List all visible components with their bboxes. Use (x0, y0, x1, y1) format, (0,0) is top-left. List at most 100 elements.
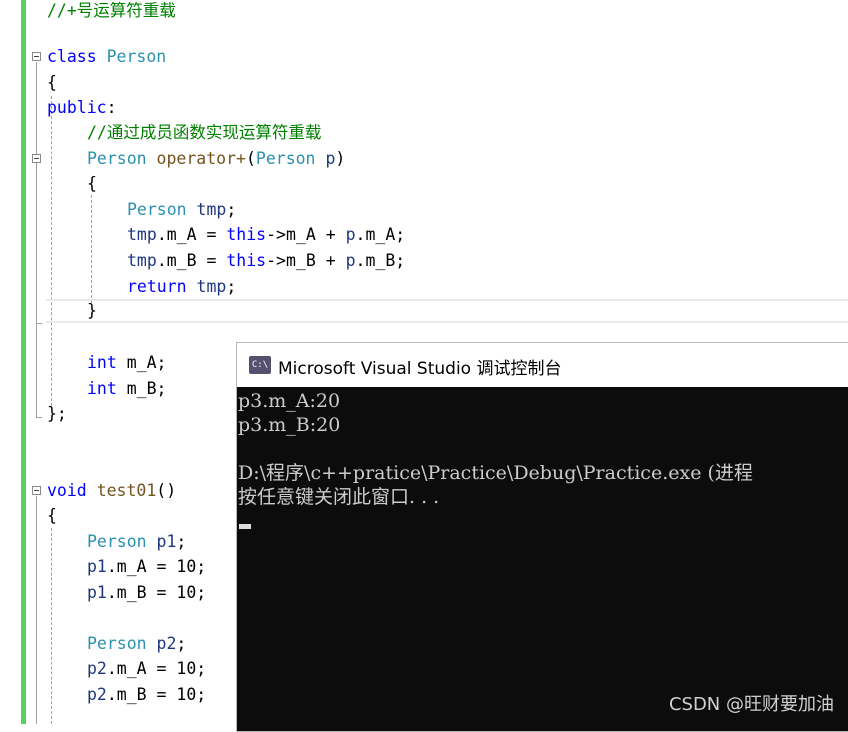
code-token: ( (245, 149, 256, 168)
code-line[interactable]: int m_B; (87, 378, 166, 400)
code-token: tmp (196, 200, 227, 219)
console-title: Microsoft Visual Studio 调试控制台 (278, 359, 562, 379)
code-line[interactable]: p1.m_A = 10; (87, 556, 206, 578)
code-token: p2 (87, 685, 107, 704)
code-token: }; (47, 404, 67, 423)
console-output-line: 按任意键关闭此窗口. . . (238, 486, 440, 508)
code-line[interactable]: tmp.m_A = this->m_A + p.m_A; (127, 224, 405, 246)
code-token: p (325, 149, 336, 168)
code-token: Person (87, 149, 147, 168)
code-line[interactable]: p2.m_A = 10; (87, 658, 206, 680)
code-token: .m_B = 10; (106, 583, 207, 602)
code-line[interactable]: //+号运算符重载 (47, 0, 176, 22)
code-token: int (87, 379, 117, 398)
fold-guide-operator (36, 164, 37, 323)
code-token: Person (255, 149, 316, 168)
code-line[interactable]: } (87, 300, 97, 322)
code-token: .m_A; (355, 225, 406, 244)
code-line[interactable]: void test01() (47, 480, 176, 502)
code-token: tmp (196, 277, 227, 296)
code-line[interactable]: p1.m_B = 10; (87, 582, 206, 604)
code-line[interactable]: Person tmp; (127, 199, 236, 221)
collapse-function-icon[interactable] (32, 486, 41, 495)
code-token: Person (106, 47, 167, 66)
code-token: p1 (156, 532, 177, 551)
code-token: tmp (127, 225, 157, 244)
code-line[interactable]: tmp.m_B = this->m_B + p.m_B; (127, 250, 405, 272)
console-app-icon: C:\ (249, 356, 271, 374)
current-line-highlight (46, 299, 848, 323)
debug-console-window[interactable]: C:\ Microsoft Visual Studio 调试控制台 p3.m_A… (236, 342, 848, 732)
code-token: this (226, 251, 267, 270)
indent-guide (51, 528, 52, 724)
code-token: operator+ (156, 149, 246, 168)
code-token: .m_A = (156, 225, 227, 244)
code-token: test01 (96, 481, 157, 500)
code-line[interactable]: { (47, 72, 57, 94)
code-line[interactable]: Person operator+(Person p) (87, 148, 345, 170)
code-token: ; (226, 277, 237, 296)
code-token: .m_A = 10; (106, 659, 207, 678)
code-token: p1 (87, 583, 107, 602)
code-token: public (47, 98, 107, 117)
console-output-line: p3.m_A:20 (238, 390, 341, 412)
code-token: int (87, 353, 117, 372)
code-token: ->m_A + (266, 225, 346, 244)
console-output-line: p3.m_B:20 (238, 414, 341, 436)
code-token: ->m_B + (266, 251, 346, 270)
code-token: void (47, 481, 87, 500)
code-token: this (226, 225, 267, 244)
console-cursor (239, 524, 251, 529)
code-token: Person (127, 200, 187, 219)
code-token: tmp (127, 251, 157, 270)
indent-guide (51, 96, 52, 406)
code-line[interactable]: //通过成员函数实现运算符重载 (87, 122, 321, 144)
fold-guide-function (36, 496, 37, 724)
code-token: .m_B = 10; (106, 685, 207, 704)
code-token: p (345, 225, 356, 244)
code-line[interactable]: Person p2; (87, 633, 186, 655)
code-line[interactable]: class Person (47, 46, 166, 68)
collapse-class-icon[interactable] (32, 52, 41, 61)
collapse-operator-icon[interactable] (32, 154, 41, 163)
code-line[interactable]: return tmp; (127, 276, 236, 298)
code-token: () (156, 481, 177, 500)
code-line[interactable]: public: (47, 97, 117, 119)
watermark: CSDN @旺财要加油 (668, 694, 834, 715)
change-tracking-bar (21, 0, 26, 724)
code-token: { (47, 73, 57, 92)
code-token: .m_B; (355, 251, 406, 270)
code-token: } (87, 301, 97, 320)
code-line[interactable]: { (47, 505, 57, 527)
code-token: return (127, 277, 187, 296)
code-token: ; (226, 200, 237, 219)
code-token: ; (176, 634, 187, 653)
code-token: class (47, 47, 97, 66)
code-token: : (106, 98, 117, 117)
code-token: //通过成员函数实现运算符重载 (87, 123, 322, 142)
code-token: { (47, 506, 57, 525)
code-token: ) (335, 149, 346, 168)
code-line[interactable]: { (87, 173, 97, 195)
indent-guide (91, 195, 92, 303)
fold-end-class (36, 417, 42, 418)
code-line[interactable]: }; (47, 403, 67, 425)
code-token: //+号运算符重载 (47, 1, 176, 20)
console-output-line: D:\程序\c++pratice\Practice\Debug\Practice… (238, 462, 753, 484)
code-token: .m_A = 10; (106, 557, 207, 576)
code-line[interactable]: Person p1; (87, 531, 186, 553)
code-token: p2 (156, 634, 177, 653)
code-token: m_B; (116, 379, 167, 398)
code-token: Person (87, 634, 147, 653)
code-line[interactable]: p2.m_B = 10; (87, 684, 206, 706)
code-token: Person (87, 532, 147, 551)
code-line[interactable]: int m_A; (87, 352, 166, 374)
console-title-bar[interactable]: C:\ Microsoft Visual Studio 调试控制台 (237, 343, 848, 387)
code-token: ; (176, 532, 187, 551)
